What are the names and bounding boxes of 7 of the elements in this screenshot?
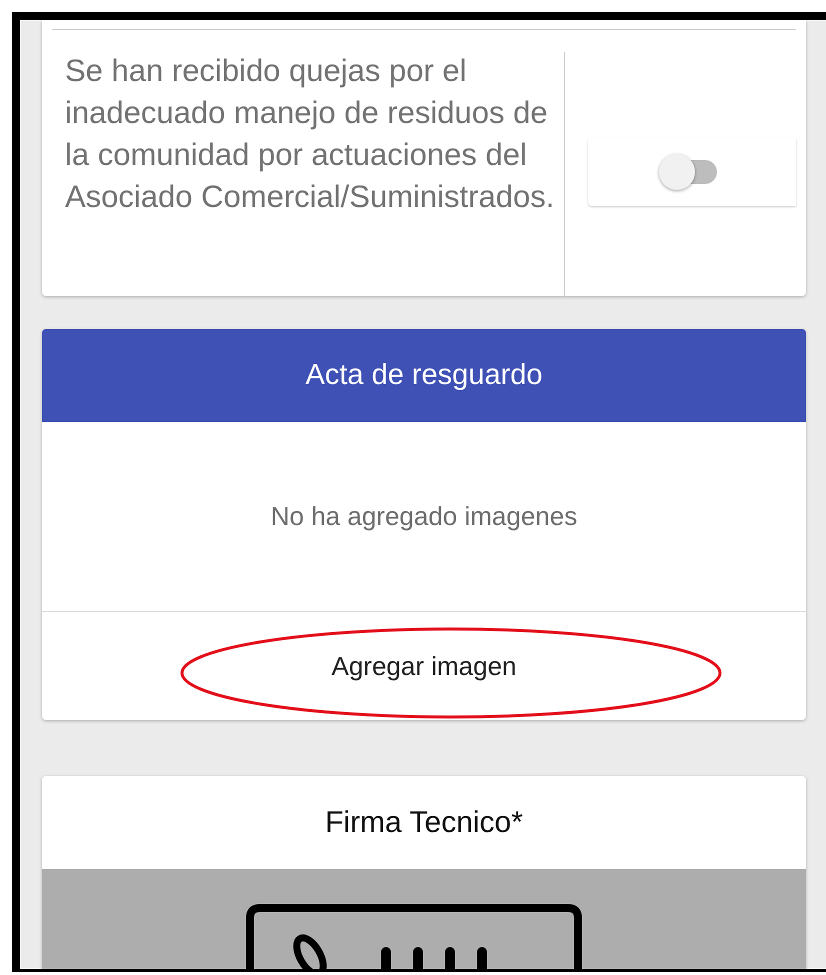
signature-pad[interactable] <box>42 869 806 969</box>
empty-message: No ha agregado imagenes <box>270 500 578 533</box>
card-title: Acta de resguardo <box>306 358 542 393</box>
question-text: Se han recibido quejas por el inadecuado manejo de residuos de la comunidad por actuaciones del Asociado Comercial/Suministrados. <box>65 52 555 216</box>
toggle-switch[interactable] <box>588 138 796 206</box>
signature-pad-icon <box>246 904 582 969</box>
card-title: Firma Tecnico* <box>325 805 523 841</box>
